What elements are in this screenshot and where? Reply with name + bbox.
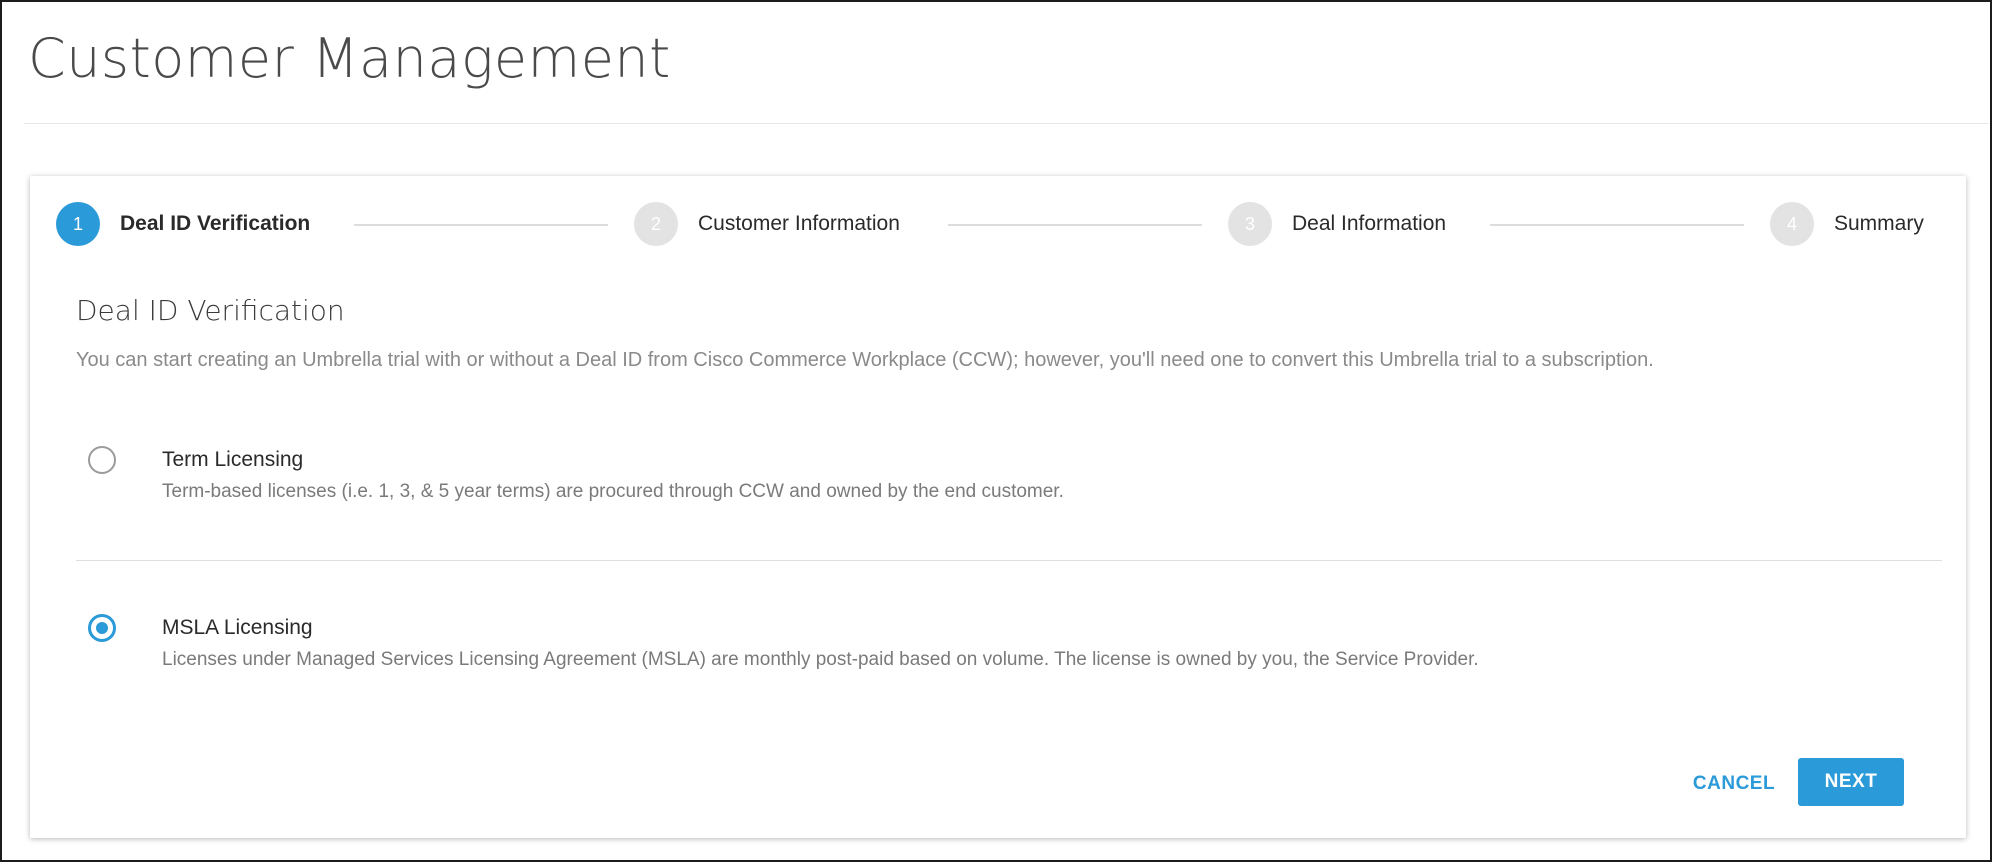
wizard-stepper: 1 Deal ID Verification 2 Customer Inform… (56, 202, 1956, 246)
step-deal-information[interactable]: 3 Deal Information (1228, 202, 1446, 246)
option-title: Term Licensing (162, 448, 304, 471)
step-connector (354, 224, 608, 226)
step-label: Deal ID Verification (120, 212, 311, 235)
step-number-circle: 2 (634, 202, 678, 246)
step-number-circle: 4 (1770, 202, 1814, 246)
term-licensing-radio[interactable] (88, 446, 116, 474)
step-number-circle: 1 (56, 202, 100, 246)
wizard-card: 1 Deal ID Verification 2 Customer Inform… (30, 176, 1966, 838)
next-button[interactable]: NEXT (1798, 758, 1904, 806)
step-summary[interactable]: 4 Summary (1770, 202, 1924, 246)
title-divider (24, 123, 1988, 124)
page-title: Customer Management (28, 27, 671, 90)
msla-licensing-radio[interactable] (88, 614, 116, 642)
step-label: Customer Information (698, 212, 900, 235)
option-description: Term-based licenses (i.e. 1, 3, & 5 year… (162, 481, 1064, 502)
step-customer-information[interactable]: 2 Customer Information (634, 202, 900, 246)
step-connector (1490, 224, 1744, 226)
section-description: You can start creating an Umbrella trial… (76, 349, 1654, 371)
step-number-circle: 3 (1228, 202, 1272, 246)
option-title: MSLA Licensing (162, 616, 313, 639)
step-deal-id-verification[interactable]: 1 Deal ID Verification (56, 202, 310, 246)
option-description: Licenses under Managed Services Licensin… (162, 649, 1479, 670)
step-label: Summary (1834, 212, 1924, 235)
option-divider (76, 560, 1942, 561)
cancel-button[interactable]: CANCEL (1656, 759, 1812, 809)
step-connector (948, 224, 1202, 226)
section-title: Deal ID Verification (76, 294, 345, 327)
step-label: Deal Information (1292, 212, 1447, 235)
